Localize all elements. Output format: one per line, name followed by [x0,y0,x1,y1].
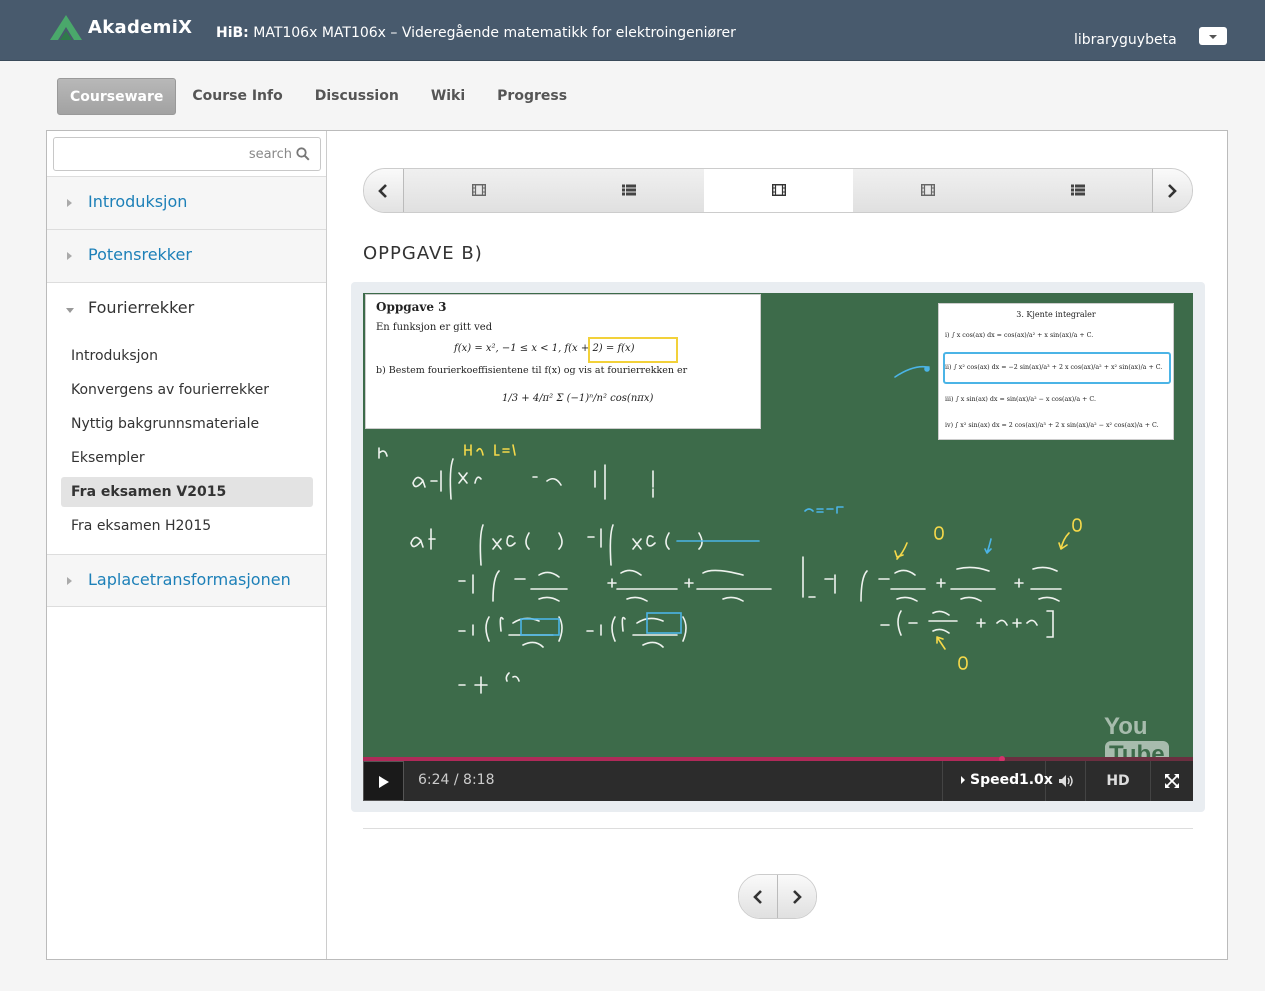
expand-arrow-icon [67,252,72,260]
tab-discussion[interactable]: Discussion [299,78,415,115]
hd-button[interactable]: HD [1086,761,1151,801]
section-item[interactable]: Nyttig bakgrunnsmateriale [61,409,313,439]
chapter-label: Laplacetransformasjonen [88,570,291,589]
search-icon[interactable] [296,147,310,161]
sequence-nav [363,168,1193,213]
bottom-sequence-nav [738,874,817,919]
video-icon [472,184,486,196]
section-item-active[interactable]: Fra eksamen V2015 [61,477,313,507]
video-frame[interactable]: Oppgave 3 En funksjon er gitt ved f(x) =… [363,293,1193,758]
speed-arrow-icon [961,776,965,784]
video-controls: 6:24 / 8:18 Speed 1.0x HD [363,761,1193,801]
course-tabs: Courseware Course Info Discussion Wiki P… [57,78,583,115]
chevron-right-icon [1168,184,1177,198]
section-list: Introduksjon Konvergens av fourierrekker… [61,341,313,545]
tab-courseware[interactable]: Courseware [57,78,177,115]
search-box [53,137,321,171]
tab-progress[interactable]: Progress [481,78,583,115]
sequence-tab-problem[interactable] [1003,169,1153,212]
problem-list-icon [1071,184,1086,196]
tab-wiki[interactable]: Wiki [415,78,481,115]
chapter-laplacetransformasjonen[interactable]: Laplacetransformasjonen [47,554,326,607]
unit-title: OPPGAVE B) [363,243,483,264]
top-header: AkademiX HiB: MAT106x MAT106x – Videregå… [0,0,1265,61]
search-input[interactable] [54,138,320,170]
sequence-tab-video[interactable] [853,169,1004,212]
course-title: HiB: MAT106x MAT106x – Videregående mate… [216,25,736,41]
video-icon [921,184,936,196]
section-item[interactable]: Konvergens av fourierrekker [61,375,313,405]
chapter-label: Introduksjon [88,192,188,211]
video-icon [771,184,786,196]
speed-label: Speed [970,772,1020,788]
course-sidebar: Introduksjon Potensrekker Fourierrekker … [47,131,327,959]
course-prefix: HiB: [216,25,249,41]
sequence-tab-problem[interactable] [553,169,704,212]
logo[interactable]: AkademiX [48,13,192,41]
chevron-left-icon [753,890,762,904]
youtube-watermark[interactable]: YouTube [1104,713,1193,758]
collapse-arrow-icon [66,308,74,313]
sequence-prev-button[interactable] [364,169,404,212]
fullscreen-icon [1165,774,1179,788]
sequence-tab-video[interactable] [404,169,554,212]
chapter-fourierrekker[interactable]: Fourierrekker Introduksjon Konvergens av… [47,282,326,554]
volume-button[interactable] [1046,761,1086,801]
problem-list-icon [621,184,636,196]
logo-text: AkademiX [88,16,193,38]
username-link[interactable]: libraryguybeta [1074,32,1177,48]
chapter-label: Fourierrekker [88,298,195,317]
section-item[interactable]: Fra eksamen H2015 [61,511,313,541]
expand-arrow-icon [67,577,72,585]
section-item[interactable]: Eksempler [61,443,313,473]
chalkboard-handwriting [378,365,1082,694]
courseware-card: Introduksjon Potensrekker Fourierrekker … [46,130,1228,960]
sequence-tab-video-active[interactable] [703,169,854,212]
course-name: MAT106x MAT106x – Videregående matematik… [253,25,736,41]
expand-arrow-icon [67,199,72,207]
bottom-next-button[interactable] [778,875,816,918]
sequence-tabs [404,169,1153,212]
speed-button[interactable]: Speed 1.0x [942,761,1053,801]
user-dropdown-button[interactable] [1199,27,1227,45]
volume-icon [1059,775,1073,787]
chevron-right-icon [793,890,802,904]
content-divider [363,828,1193,829]
sequence-next-button[interactable] [1152,169,1192,212]
section-item[interactable]: Introduksjon [61,341,313,371]
chapter-introduksjon[interactable]: Introduksjon [47,176,326,229]
tab-course-info[interactable]: Course Info [176,78,298,115]
fullscreen-button[interactable] [1151,761,1193,801]
video-player: Oppgave 3 En funksjon er gitt ved f(x) =… [351,282,1205,812]
logo-mark-icon [50,15,82,40]
bottom-prev-button[interactable] [739,875,778,918]
chapter-potensrekker[interactable]: Potensrekker [47,229,326,282]
play-button[interactable] [363,761,404,801]
video-time: 6:24 / 8:18 [418,772,495,788]
chevron-left-icon [378,184,387,198]
chapter-label: Potensrekker [88,245,192,264]
